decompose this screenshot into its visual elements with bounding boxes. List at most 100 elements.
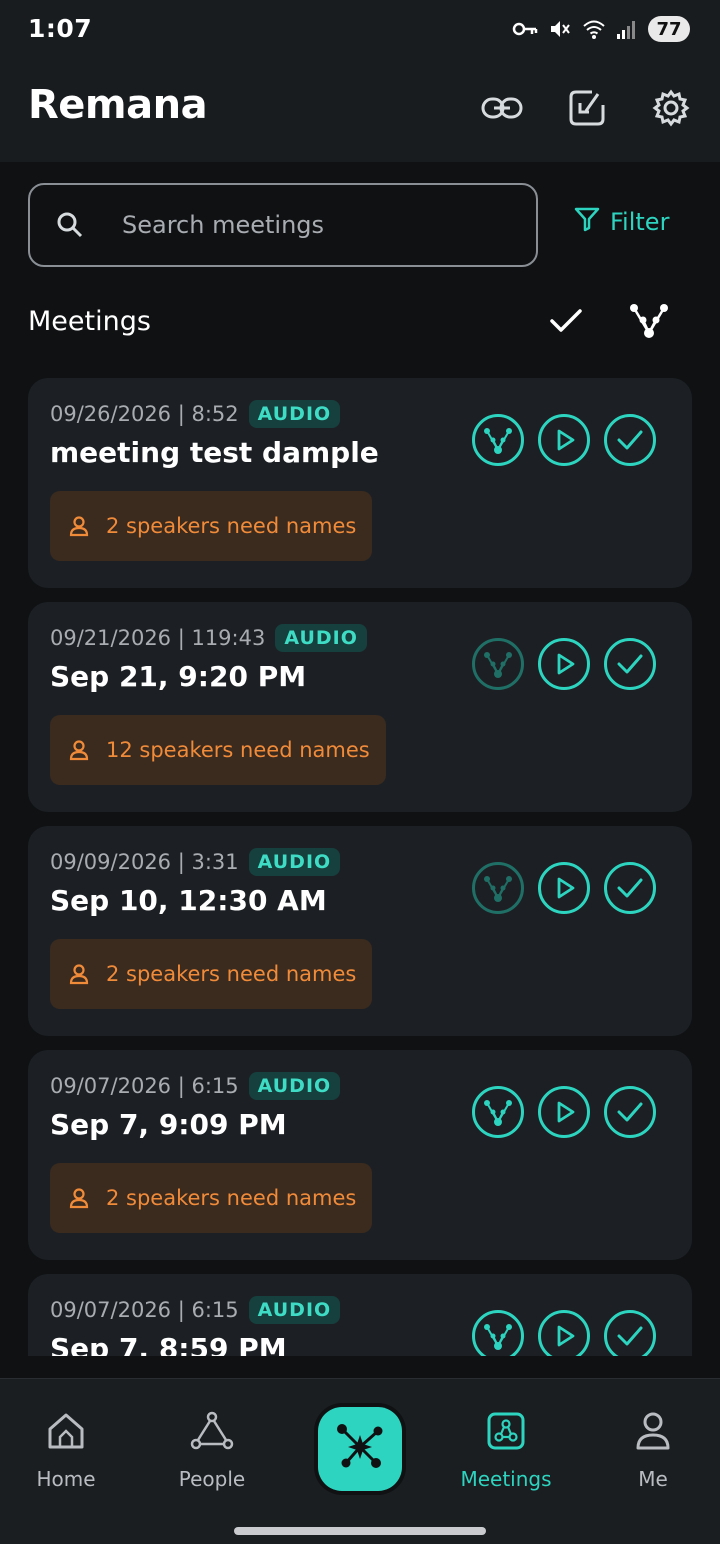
wifi-icon — [582, 18, 606, 40]
people-icon — [190, 1409, 234, 1453]
graph-button[interactable] — [472, 1086, 524, 1138]
mute-icon — [548, 17, 572, 41]
signal-icon — [616, 18, 638, 40]
speakers-need-names-chip[interactable]: 12 speakers need names — [50, 715, 386, 785]
search-box[interactable] — [28, 183, 538, 267]
play-button[interactable] — [538, 1310, 590, 1356]
meeting-date: 09/09/2026 | 3:31 — [50, 850, 239, 874]
nav-people-label: People — [178, 1467, 246, 1491]
check-icon — [617, 1326, 643, 1346]
app-title: Remana — [28, 82, 208, 128]
meeting-title: meeting test dample — [50, 436, 379, 469]
meeting-date: 09/21/2026 | 119:43 — [50, 626, 266, 650]
meeting-actions — [472, 414, 656, 466]
graph-button[interactable] — [472, 638, 524, 690]
mark-done-button[interactable] — [604, 862, 656, 914]
person-icon — [68, 1187, 90, 1209]
nav-home-label: Home — [36, 1467, 96, 1491]
play-icon — [557, 877, 575, 899]
status-time: 1:07 — [28, 14, 93, 43]
graph-button[interactable] — [472, 414, 524, 466]
meeting-meta: 09/09/2026 | 3:31 AUDIO — [50, 848, 341, 876]
meeting-meta: 09/21/2026 | 119:43 AUDIO — [50, 624, 367, 652]
mark-done-button[interactable] — [604, 414, 656, 466]
play-button[interactable] — [538, 1086, 590, 1138]
audio-badge: AUDIO — [248, 848, 341, 876]
meeting-card[interactable]: 09/09/2026 | 3:31 AUDIO Sep 10, 12:30 AM… — [28, 826, 692, 1036]
speakers-label: 12 speakers need names — [106, 738, 370, 762]
status-bar: 1:07 77 — [0, 0, 720, 62]
select-all-button[interactable] — [543, 300, 589, 346]
audio-badge: AUDIO — [248, 1296, 341, 1324]
meeting-card[interactable]: 09/21/2026 | 119:43 AUDIO Sep 21, 9:20 P… — [28, 602, 692, 812]
search-icon — [56, 210, 86, 240]
link-button[interactable] — [478, 86, 526, 134]
meeting-title: Sep 7, 9:09 PM — [50, 1108, 287, 1141]
screen: 1:07 77 Remana Search meetings Filter Me… — [0, 0, 720, 1544]
person-icon — [68, 963, 90, 985]
graph-button[interactable] — [472, 1310, 524, 1356]
nav-people[interactable]: People — [152, 1409, 272, 1491]
filter-button[interactable]: Filter — [574, 206, 669, 238]
nav-me[interactable]: Me — [593, 1409, 713, 1491]
meeting-card[interactable]: 09/07/2026 | 6:15 AUDIO Sep 7, 8:59 PM — [28, 1274, 692, 1356]
import-button[interactable] — [563, 86, 611, 134]
check-icon — [617, 430, 643, 450]
key-icon — [512, 20, 538, 38]
play-button[interactable] — [538, 638, 590, 690]
meeting-actions — [472, 862, 656, 914]
play-icon — [557, 1325, 575, 1347]
play-button[interactable] — [538, 414, 590, 466]
meeting-card[interactable]: 09/07/2026 | 6:15 AUDIO Sep 7, 9:09 PM 2… — [28, 1050, 692, 1260]
check-icon — [617, 654, 643, 674]
graph-icon — [484, 876, 512, 902]
nav-meetings-label: Meetings — [460, 1467, 552, 1491]
battery-indicator: 77 — [648, 16, 690, 42]
graph-icon — [628, 300, 670, 346]
person-icon — [68, 739, 90, 761]
meeting-actions — [472, 1086, 656, 1138]
meeting-list: 09/26/2026 | 8:52 AUDIO meeting test dam… — [0, 378, 720, 1356]
meeting-actions — [472, 1310, 656, 1356]
play-icon — [557, 1101, 575, 1123]
meeting-date: 09/07/2026 | 6:15 — [50, 1298, 239, 1322]
import-icon — [568, 89, 606, 131]
speakers-need-names-chip[interactable]: 2 speakers need names — [50, 491, 373, 561]
meeting-title: Sep 10, 12:30 AM — [50, 884, 327, 917]
link-icon — [481, 96, 523, 124]
play-icon — [557, 653, 575, 675]
nav-me-label: Me — [638, 1467, 668, 1491]
graph-view-button[interactable] — [626, 300, 672, 346]
home-indicator[interactable] — [234, 1527, 486, 1535]
play-button[interactable] — [538, 862, 590, 914]
graph-button[interactable] — [472, 862, 524, 914]
filter-icon — [574, 206, 600, 238]
meeting-meta: 09/26/2026 | 8:52 AUDIO — [50, 400, 341, 428]
mark-done-button[interactable] — [604, 1086, 656, 1138]
meeting-card[interactable]: 09/26/2026 | 8:52 AUDIO meeting test dam… — [28, 378, 692, 588]
person-icon — [631, 1409, 675, 1453]
audio-badge: AUDIO — [248, 1072, 341, 1100]
mark-done-button[interactable] — [604, 1310, 656, 1356]
speakers-need-names-chip[interactable]: 2 speakers need names — [50, 939, 373, 1009]
meeting-meta: 09/07/2026 | 6:15 AUDIO — [50, 1296, 341, 1324]
speakers-need-names-chip[interactable]: 2 speakers need names — [50, 1163, 373, 1233]
meeting-date: 09/26/2026 | 8:52 — [50, 402, 239, 426]
search-input[interactable] — [122, 211, 482, 239]
person-icon — [68, 515, 90, 537]
record-fab-button[interactable] — [318, 1407, 402, 1491]
graph-icon — [484, 652, 512, 678]
meeting-title: Sep 21, 9:20 PM — [50, 660, 307, 693]
status-icons: 77 — [512, 16, 690, 42]
nav-meetings[interactable]: Meetings — [446, 1409, 566, 1491]
speakers-label: 2 speakers need names — [106, 962, 357, 986]
play-icon — [557, 429, 575, 451]
home-icon — [44, 1409, 88, 1453]
meetings-icon — [484, 1409, 528, 1453]
mark-done-button[interactable] — [604, 638, 656, 690]
bottom-nav: Home People Meetings Me — [0, 1378, 720, 1544]
meeting-meta: 09/07/2026 | 6:15 AUDIO — [50, 1072, 341, 1100]
settings-button[interactable] — [647, 86, 695, 134]
checkmark-icon — [549, 308, 583, 338]
nav-home[interactable]: Home — [6, 1409, 126, 1491]
